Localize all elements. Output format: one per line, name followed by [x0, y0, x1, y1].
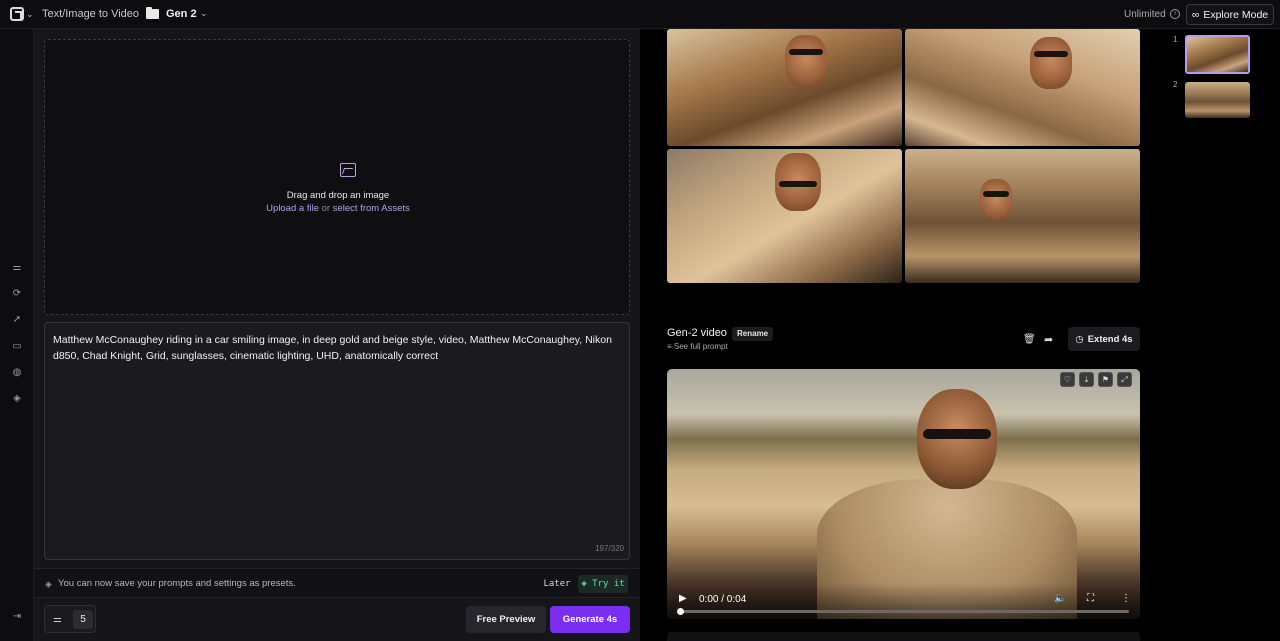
expand-icon[interactable]: ⤢ [1117, 372, 1132, 387]
project-name[interactable]: Gen 2 [166, 8, 197, 20]
results-thumbnails: 1 2 [1165, 29, 1280, 641]
settings-button[interactable]: ⚌ 5 [44, 605, 96, 633]
sliders-icon: ⚌ [53, 614, 62, 625]
thumbnail-video[interactable] [1185, 82, 1250, 118]
select-assets-link[interactable]: select from Assets [333, 203, 410, 214]
info-icon[interactable]: i [1170, 9, 1180, 19]
thumbnail-number: 1 [1173, 35, 1178, 44]
result-image[interactable] [905, 29, 1140, 146]
sliders-icon[interactable]: ⚌ [11, 262, 23, 274]
prompt-textarea[interactable]: Matthew McConaughey riding in a car smil… [44, 322, 630, 560]
try-it-label: Try it [592, 579, 625, 589]
chevron-down-icon[interactable]: ⌄ [26, 9, 34, 20]
sunglasses [779, 181, 817, 187]
input-panel: Drag and drop an image Upload a file or … [34, 29, 640, 641]
flag-icon[interactable]: ⚑ [1098, 372, 1113, 387]
layers-icon: ◈ [581, 579, 593, 589]
generated-photo [905, 149, 1140, 283]
progress-handle[interactable] [677, 608, 684, 615]
or-text: or [321, 203, 331, 214]
runway-logo-icon[interactable] [10, 7, 24, 21]
extend-label: Extend 4s [1087, 333, 1133, 345]
thumbnail-photo [1185, 82, 1250, 118]
try-it-button[interactable]: ◈ Try it [578, 575, 628, 593]
extend-button[interactable]: ◷ Extend 4s [1068, 327, 1140, 351]
person-face [1030, 37, 1072, 89]
character-counter: 197/320 [595, 544, 624, 553]
video-player[interactable]: ♡ ⤓ ⚑ ⤢ ▶ 0:00 / 0:04 🔈 ⛶ ⋮ [667, 369, 1140, 619]
generate-button[interactable]: Generate 4s [550, 606, 630, 633]
clock-icon: ◷ [1075, 333, 1084, 345]
generated-photo [905, 29, 1140, 146]
generation-count[interactable]: 5 [73, 610, 93, 629]
next-result-edge [667, 632, 1140, 641]
mode-title[interactable]: Text/Image to Video [42, 8, 139, 20]
image-dropzone[interactable]: Drag and drop an image Upload a file or … [44, 39, 630, 315]
play-icon[interactable]: ▶ [679, 593, 687, 604]
prompt-text[interactable]: Matthew McConaughey riding in a car smil… [53, 332, 619, 364]
result-image[interactable] [667, 149, 902, 283]
rename-button[interactable]: Rename [732, 327, 774, 341]
person-face [980, 179, 1012, 221]
thumbnail-photo [1187, 37, 1248, 72]
layers-icon[interactable]: ◈ [11, 393, 23, 405]
sunglasses [923, 429, 991, 439]
rocket-icon[interactable]: ➚ [11, 314, 23, 326]
chevron-down-icon[interactable]: ⌄ [200, 8, 208, 19]
video-subject-face [917, 389, 997, 489]
download-icon[interactable]: ⤓ [1079, 372, 1094, 387]
rectangle-icon[interactable]: ▭ [11, 341, 23, 353]
image-upload-icon [340, 163, 356, 177]
later-button[interactable]: Later [538, 575, 576, 593]
trash-icon[interactable]: 🗑 [1023, 334, 1036, 345]
see-full-prompt-label: See full prompt [673, 342, 728, 351]
folder-icon [146, 7, 159, 19]
top-bar: ⌄ Text/Image to Video Gen 2 ⌄ Unlimited … [0, 0, 1280, 29]
fullscreen-icon[interactable]: ⛶ [1087, 593, 1094, 604]
upload-links: Upload a file or select from Assets [45, 203, 631, 214]
time-display: 0:00 / 0:04 [699, 594, 747, 605]
presets-banner-text: You can now save your prompts and settin… [58, 578, 296, 589]
upload-file-link[interactable]: Upload a file [266, 203, 319, 214]
action-bar: ⚌ 5 Free Preview Generate 4s [34, 598, 640, 641]
result-image[interactable] [905, 149, 1140, 283]
see-full-prompt-link[interactable]: ≡ See full prompt [667, 342, 728, 351]
motion-icon[interactable]: ⟳ [11, 288, 23, 300]
explore-mode-label: Explore Mode [1203, 8, 1269, 21]
person-face [785, 35, 827, 87]
progress-bar[interactable] [677, 608, 1129, 615]
explore-mode-button[interactable]: ∞ Explore Mode [1186, 4, 1274, 25]
presets-banner: ◈ You can now save your prompts and sett… [34, 568, 640, 598]
share-icon[interactable]: ➦ [1044, 333, 1053, 346]
thumbnail-number: 2 [1173, 80, 1178, 89]
generated-photo [667, 29, 902, 146]
free-preview-button[interactable]: Free Preview [466, 606, 546, 633]
sunglasses [983, 191, 1009, 197]
volume-icon[interactable]: 🔈 [1054, 593, 1066, 604]
more-options-icon[interactable]: ⋮ [1121, 593, 1131, 604]
palette-icon[interactable]: ◍ [11, 367, 23, 379]
video-controls: ▶ 0:00 / 0:04 🔈 ⛶ ⋮ [667, 583, 1140, 619]
drag-drop-text: Drag and drop an image [286, 190, 390, 201]
sunglasses [1034, 51, 1068, 57]
heart-icon[interactable]: ♡ [1060, 372, 1075, 387]
result-image[interactable] [667, 29, 902, 146]
video-title: Gen-2 video [667, 327, 727, 339]
collapse-right-icon[interactable]: ⇥ [11, 611, 23, 623]
thumbnail-grid[interactable] [1185, 35, 1250, 74]
infinity-icon: ∞ [1191, 8, 1200, 21]
list-icon: ≡ [667, 342, 674, 351]
plan-label: Unlimited [1124, 9, 1166, 20]
layers-icon: ◈ [45, 579, 52, 589]
sunglasses [789, 49, 823, 55]
tool-sidebar: ⚌ ⟳ ➚ ▭ ◍ ◈ ⇥ [0, 29, 34, 641]
